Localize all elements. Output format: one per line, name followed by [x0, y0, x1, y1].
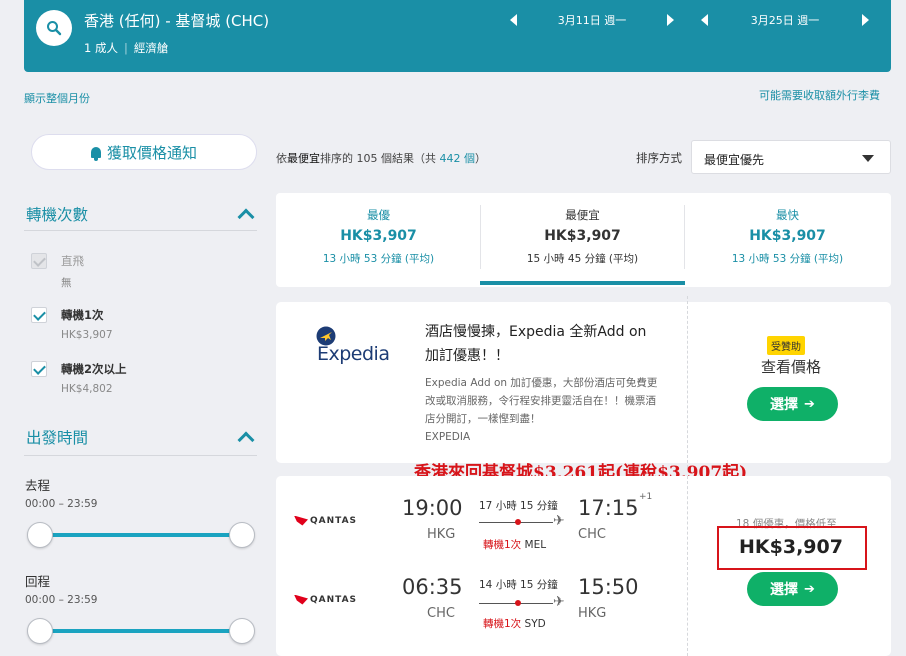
depart-date-nav: 3月11日 週一 [510, 12, 674, 28]
total-results-link[interactable]: 442 個 [440, 152, 476, 165]
outbound-range: 00:00 – 23:59 [25, 498, 98, 510]
sort-selected-value: 最便宜優先 [704, 153, 765, 167]
stops-direct-price: 無 [61, 277, 72, 289]
return-slider-track[interactable] [40, 629, 242, 633]
next-day-indicator: +1 [639, 492, 653, 502]
card-divider [687, 296, 688, 468]
passenger-count: 1 成人 [84, 41, 118, 55]
depart-next-icon[interactable] [667, 14, 674, 26]
sort-tabs: 最優 HK$3,907 13 小時 53 分鐘 (平均) 最便宜 HK$3,90… [276, 193, 891, 287]
sort-select[interactable]: 最便宜優先 [691, 140, 891, 174]
inbound-departure-time: 06:35 [402, 575, 463, 599]
arrow-right-icon: ➔ [804, 581, 815, 597]
stops-two-plus-checkbox[interactable] [31, 361, 47, 377]
price-alert-label: 獲取價格通知 [106, 143, 197, 162]
chevron-up-icon[interactable] [237, 208, 255, 226]
card-divider [687, 476, 688, 656]
see-price-label: 查看價格 [761, 358, 822, 376]
stop-dot [515, 519, 521, 525]
inbound-stops[interactable]: 轉機1次 SYD [483, 616, 546, 631]
sponsored-badge: 受贊助 [767, 336, 805, 355]
stop-dot [515, 600, 521, 606]
arrow-right-icon: ➔ [804, 396, 815, 412]
ad-description: Expedia Add on 加訂優惠，大部份酒店可免費更改或取消服務，令行程安… [425, 374, 665, 446]
cabin-class: 經濟艙 [133, 41, 169, 55]
search-icon[interactable] [36, 10, 72, 46]
stops-one-price: HK$3,907 [61, 329, 113, 341]
sort-label: 排序方式 [636, 151, 682, 165]
divider [24, 230, 257, 231]
price-alert-button[interactable]: 獲取價格通知 [31, 134, 257, 170]
outbound-duration: 17 小時 15 分鐘 [479, 500, 558, 512]
ad-title[interactable]: 酒店慢慢揀，Expedia 全新Add on 加訂優惠！！ [425, 320, 655, 368]
airplane-icon: ✈ [553, 594, 565, 610]
outbound-slider-track[interactable] [40, 533, 242, 537]
divider [24, 455, 257, 456]
depart-date[interactable]: 3月11日 週一 [517, 12, 667, 28]
search-header: 香港 (任何) - 基督城 (CHC) 1 成人 | 經濟艙 3月11日 週一 3月… [24, 0, 891, 72]
tab-cheapest[interactable]: 最便宜 HK$3,907 15 小時 45 分鐘 (平均) [480, 193, 685, 281]
return-next-icon[interactable] [862, 14, 869, 26]
outbound-label: 去程 [25, 478, 51, 493]
stops-section-title[interactable]: 轉機次數 [26, 203, 88, 225]
return-label: 回程 [25, 574, 51, 589]
outbound-max-handle[interactable] [229, 522, 255, 548]
outbound-departure-airport: HKG [427, 527, 456, 542]
route-title[interactable]: 香港 (任何) - 基督城 (CHC) [84, 10, 269, 31]
stops-direct-label: 直飛 [61, 254, 84, 268]
show-month-link[interactable]: 顯示整個月份 [24, 90, 90, 106]
tab-fastest[interactable]: 最快 HK$3,907 13 小時 53 分鐘 (平均) [685, 193, 890, 281]
return-range: 00:00 – 23:59 [25, 594, 98, 606]
inbound-duration: 14 小時 15 分鐘 [479, 579, 558, 591]
depart-prev-icon[interactable] [510, 14, 517, 26]
kangaroo-icon [294, 594, 308, 605]
return-max-handle[interactable] [229, 618, 255, 644]
expedia-brand: Expedia [317, 343, 390, 365]
bell-icon [90, 146, 101, 161]
stops-one-checkbox[interactable] [31, 307, 47, 323]
airplane-icon: ✈ [553, 513, 565, 529]
outbound-stops[interactable]: 轉機1次 MEL [483, 537, 546, 552]
return-date[interactable]: 3月25日 週一 [708, 12, 862, 28]
kangaroo-icon [294, 515, 308, 526]
departure-section-title[interactable]: 出發時間 [26, 426, 88, 448]
inbound-arrival-airport: HKG [578, 606, 607, 621]
flight-select-button[interactable]: 選擇 ➔ [747, 572, 838, 606]
caret-down-icon [862, 155, 874, 162]
baggage-fees-link[interactable]: 可能需要收取額外行李費 [759, 87, 880, 103]
return-prev-icon[interactable] [701, 14, 708, 26]
stops-two-plus-label: 轉機2次以上 [61, 362, 127, 376]
return-date-nav: 3月25日 週一 [701, 12, 869, 28]
qantas-logo: QANTAS [294, 589, 357, 608]
outbound-min-handle[interactable] [27, 522, 53, 548]
chevron-up-icon[interactable] [237, 431, 255, 449]
inbound-arrival-time: 15:50 [578, 575, 639, 599]
stops-two-plus-price: HK$4,802 [61, 383, 113, 395]
qantas-logo: QANTAS [294, 510, 357, 529]
traveler-summary[interactable]: 1 成人 | 經濟艙 [84, 40, 168, 56]
outbound-arrival-time: 17:15 [578, 496, 639, 520]
flight-price: HK$3,907 [739, 536, 843, 558]
ad-select-button[interactable]: 選擇 ➔ [747, 387, 838, 421]
inbound-departure-airport: CHC [427, 606, 455, 621]
tab-best[interactable]: 最優 HK$3,907 13 小時 53 分鐘 (平均) [276, 193, 481, 281]
stops-one-label: 轉機1次 [61, 308, 104, 322]
results-summary: 依最便宜排序的 105 個結果（共 442 個） [276, 152, 486, 165]
outbound-departure-time: 19:00 [402, 496, 463, 520]
return-min-handle[interactable] [27, 618, 53, 644]
ad-source: EXPEDIA [425, 431, 471, 443]
outbound-arrival-airport: CHC [578, 527, 606, 542]
active-tab-indicator [480, 281, 685, 285]
stops-direct-checkbox[interactable] [31, 253, 47, 269]
